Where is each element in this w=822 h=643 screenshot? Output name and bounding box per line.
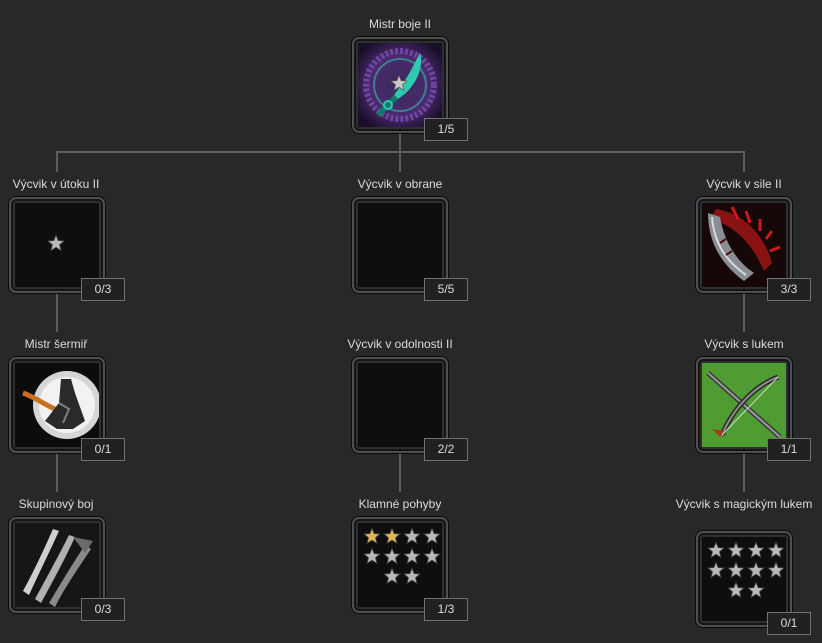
rank-counter: 2/2 xyxy=(424,438,468,461)
connector xyxy=(56,452,58,492)
connector xyxy=(56,152,58,172)
star-icon xyxy=(363,527,381,547)
skill-label-vycvik-magickym: Výcvik s magickým lukem xyxy=(675,497,813,511)
star-icon xyxy=(767,561,785,581)
green-crossbow-icon xyxy=(702,363,786,447)
connector xyxy=(56,292,58,332)
skill-label-vycvik-obrane: Výcvik v obrane xyxy=(357,177,443,191)
rank-counter: 0/3 xyxy=(81,278,125,301)
skill-label-vycvik-utoku: Výcvik v útoku II xyxy=(12,177,100,191)
connector xyxy=(399,132,401,152)
star-icon xyxy=(767,541,785,561)
connector xyxy=(743,152,745,172)
star-icon xyxy=(383,567,401,587)
star-icon xyxy=(747,581,765,601)
star-icon xyxy=(747,541,765,561)
star-icon xyxy=(423,527,441,547)
star-icon xyxy=(727,541,745,561)
skill-label-mistr-boje: Mistr boje II xyxy=(368,17,431,31)
star-icon xyxy=(403,527,421,547)
skill-label-skupinovy-boj: Skupinový boj xyxy=(18,497,94,511)
triple-slash-icon xyxy=(15,523,99,607)
star-icon xyxy=(727,581,745,601)
skill-tree: Mistr boje II 1/5 Výcvik v útoku II 0/3 … xyxy=(0,0,822,643)
rank-counter: 0/1 xyxy=(81,438,125,461)
rank-counter: 0/3 xyxy=(81,598,125,621)
skill-label-vycvik-odolnosti: Výcvik v odolnosti II xyxy=(347,337,453,351)
red-claw-blade-icon xyxy=(702,203,786,287)
connector xyxy=(399,152,401,172)
connector xyxy=(399,452,401,492)
star-icon xyxy=(390,74,408,97)
star-icon xyxy=(707,561,725,581)
locked-star-icon xyxy=(47,234,65,257)
connector xyxy=(743,452,745,492)
rank-counter: 1/1 xyxy=(767,438,811,461)
skill-label-klamne-pohyby: Klamné pohyby xyxy=(358,497,442,511)
rank-counter: 1/5 xyxy=(424,118,468,141)
skill-label-vycvik-sile: Výcvik v sile II xyxy=(706,177,782,191)
star-grid xyxy=(360,527,444,587)
star-icon xyxy=(403,567,421,587)
star-icon xyxy=(363,547,381,567)
rank-counter: 3/3 xyxy=(767,278,811,301)
star-grid xyxy=(704,541,788,601)
rank-counter: 1/3 xyxy=(424,598,468,621)
rank-counter: 5/5 xyxy=(424,278,468,301)
rank-counter: 0/1 xyxy=(767,612,811,635)
star-icon xyxy=(383,527,401,547)
connector xyxy=(743,292,745,332)
star-icon xyxy=(403,547,421,567)
star-icon xyxy=(383,547,401,567)
star-icon xyxy=(707,541,725,561)
skill-label-vycvik-lukem: Výcvik s lukem xyxy=(704,337,784,351)
star-icon xyxy=(727,561,745,581)
skill-label-mistr-sermir: Mistr šermiř xyxy=(24,337,88,351)
star-icon xyxy=(747,561,765,581)
swordsman-silhouette-icon xyxy=(15,363,99,447)
star-icon xyxy=(423,547,441,567)
